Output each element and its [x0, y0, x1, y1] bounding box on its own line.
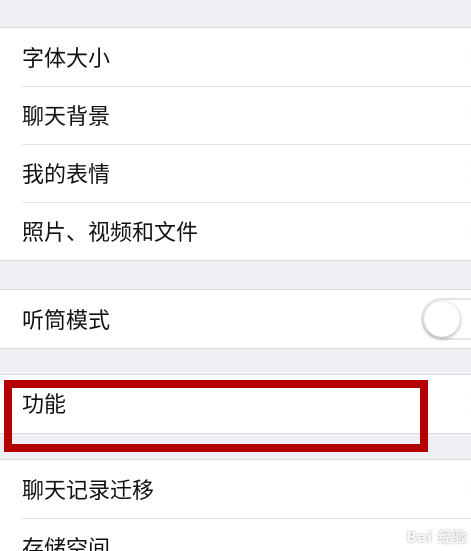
font-size-row[interactable]: 字体大小 [0, 28, 471, 86]
chat-background-label: 聊天背景 [22, 105, 111, 130]
chat-history-migration-label: 聊天记录迁移 [22, 479, 155, 504]
chevron-right-icon [464, 164, 471, 180]
chevron-right-icon [464, 480, 471, 496]
font-size-label: 字体大小 [22, 47, 111, 72]
chevron-right-icon [464, 222, 471, 238]
chat-background-row[interactable]: 聊天背景 [0, 86, 471, 144]
chat-settings-screen: 字体大小 聊天背景 我的表情 照片、视频和文件 听筒模式 功能 聊天记录迁移 存… [0, 0, 471, 551]
chevron-right-icon [464, 106, 471, 122]
features-label: 功能 [22, 392, 67, 418]
storage-space-row[interactable]: 存储空间 [0, 518, 471, 551]
earpiece-mode-label: 听筒模式 [22, 309, 111, 334]
features-group: 功能 [0, 374, 471, 434]
baidu-jingyan-watermark: Bai 经验 [406, 530, 467, 546]
photos-videos-files-row[interactable]: 照片、视频和文件 [0, 202, 471, 260]
toggle-knob [424, 301, 460, 337]
earpiece-mode-toggle[interactable] [421, 298, 471, 340]
storage-group: 聊天记录迁移 存储空间 [0, 459, 471, 551]
earpiece-mode-row: 听筒模式 [0, 290, 471, 348]
chevron-right-icon [464, 395, 471, 411]
chat-history-migration-row[interactable]: 聊天记录迁移 [0, 460, 471, 518]
earpiece-mode-group: 听筒模式 [0, 289, 471, 349]
storage-space-label: 存储空间 [22, 537, 111, 551]
display-settings-group: 字体大小 聊天背景 我的表情 照片、视频和文件 [0, 27, 471, 261]
my-stickers-label: 我的表情 [22, 163, 111, 188]
photos-videos-files-label: 照片、视频和文件 [22, 221, 199, 246]
features-row[interactable]: 功能 [0, 375, 471, 433]
chevron-right-icon [464, 48, 471, 64]
my-stickers-row[interactable]: 我的表情 [0, 144, 471, 202]
